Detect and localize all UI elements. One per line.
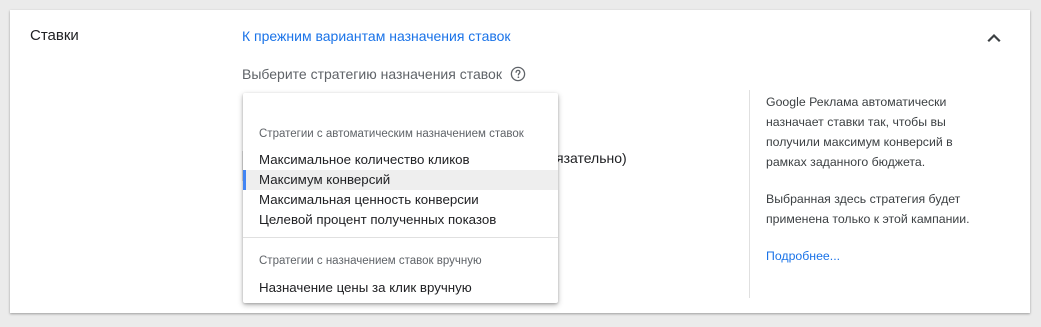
help-circle-icon[interactable] xyxy=(510,66,526,82)
info-paragraph-1: Google Реклама автоматически назначает с… xyxy=(766,95,953,169)
vertical-divider xyxy=(749,90,750,298)
previous-bidding-options-link[interactable]: К прежним вариантам назначения ставок xyxy=(242,28,511,44)
option-manual-cpc[interactable]: Назначение цены за клик вручную xyxy=(243,278,558,298)
automatic-strategies-header: Стратегии с автоматическим назначением с… xyxy=(259,128,524,140)
bidding-card: Ставки К прежним вариантам назначения ст… xyxy=(10,10,1030,313)
strategy-label: Выберите стратегию назначения ставок xyxy=(242,66,502,82)
info-paragraph-2: Выбранная здесь стратегия будет применен… xyxy=(766,192,970,226)
learn-more-link[interactable]: Подробнее... xyxy=(766,246,840,266)
chevron-up-icon xyxy=(987,33,1001,43)
group-separator xyxy=(243,237,558,238)
section-title: Ставки xyxy=(30,27,79,44)
option-max-conversions[interactable]: Максимум конверсий xyxy=(243,170,558,190)
option-max-clicks[interactable]: Максимальное количество кликов xyxy=(243,150,558,170)
manual-strategies-header: Стратегии с назначением ставок вручную xyxy=(259,255,482,267)
strategy-dropdown-menu: Стратегии с автоматическим назначением с… xyxy=(243,93,558,303)
info-panel: Google Реклама автоматически назначает с… xyxy=(766,92,976,266)
underlay-text: язательно) xyxy=(556,150,627,166)
option-target-impression-share[interactable]: Целевой процент полученных показов xyxy=(243,210,558,230)
option-max-conversion-value[interactable]: Максимальная ценность конверсии xyxy=(243,190,558,210)
collapse-button[interactable] xyxy=(984,28,1004,48)
strategy-label-row: Выберите стратегию назначения ставок xyxy=(242,64,526,84)
